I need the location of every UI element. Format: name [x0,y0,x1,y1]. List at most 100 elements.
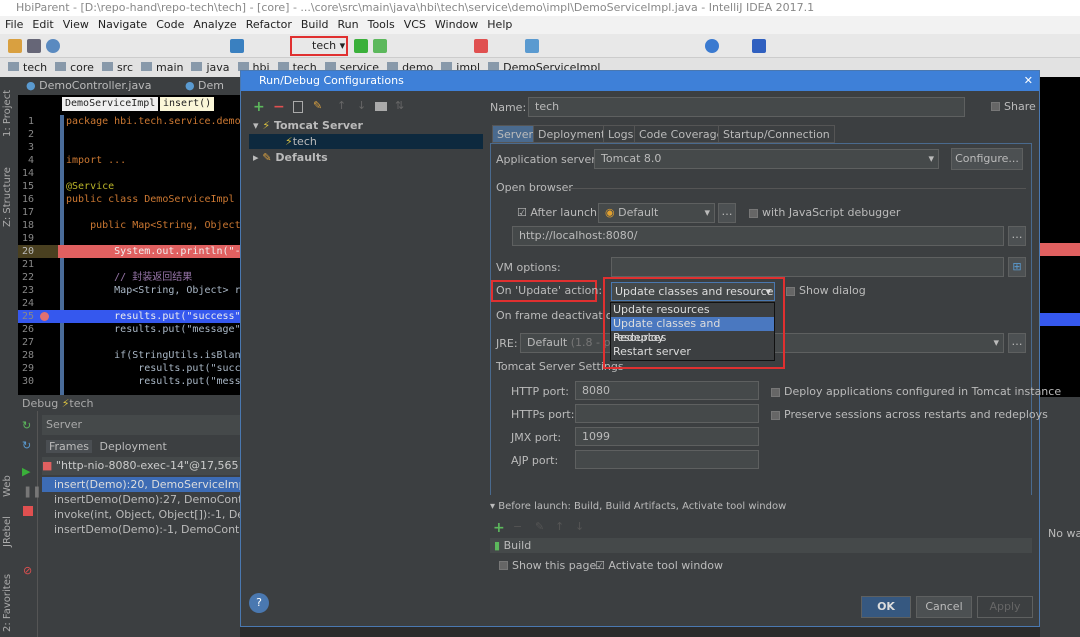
code-line[interactable]: 24 [18,297,240,310]
code-line[interactable]: 22 // 封装返回结果 [18,271,240,284]
code-line[interactable]: 26 results.put("message" [18,323,240,336]
option-update-resources[interactable]: Update resources [611,303,774,317]
code-line[interactable]: 14 [18,167,240,180]
back-icon[interactable] [230,39,244,53]
tool-project[interactable]: 1: Project [2,90,13,137]
tree-defaults[interactable]: ▸ ✎ Defaults [253,151,328,164]
task-build[interactable]: ▮ Build [490,538,1032,553]
frame-item[interactable]: insert(Demo):20, DemoServiceImpl (hbi [42,477,240,492]
code-line[interactable]: 30 results.put("messa [18,375,240,388]
mute-breakpoints-icon[interactable]: ⊘ [23,564,32,577]
menu-window[interactable]: Window [435,18,478,31]
edit-task-icon[interactable]: ✎ [535,520,544,533]
add-task-icon[interactable]: + [493,520,505,536]
code-line[interactable]: 23 Map<String, Object> re [18,284,240,297]
menu-file[interactable]: File [5,18,23,31]
share-checkbox[interactable] [991,102,1000,111]
move-task-up-icon[interactable]: ↑ [555,520,564,533]
expand-icon[interactable]: ⊞ [1008,257,1026,277]
remove-task-icon[interactable]: − [513,520,522,533]
http-port-input[interactable]: 8080 [575,381,759,400]
name-input[interactable]: tech [528,97,965,117]
tree-tomcat-server[interactable]: ▾ ⚡ Tomcat Server [253,119,363,132]
tool-structure[interactable]: Z: Structure [2,167,13,227]
debug-icon[interactable] [373,39,387,53]
show-page-checkbox[interactable] [499,561,508,570]
close-icon[interactable]: ✕ [1024,71,1033,91]
wrench-icon[interactable]: ✎ [313,99,322,112]
editor-crumb-class[interactable]: DemoServiceImpl [62,97,159,111]
tab-code-coverage[interactable]: Code Coverage [634,125,729,143]
menu-help[interactable]: Help [487,18,512,31]
menu-analyze[interactable]: Analyze [193,18,236,31]
browser-more-button[interactable]: … [718,203,736,223]
https-port-input[interactable] [575,404,759,423]
app-server-select[interactable]: Tomcat 8.0 ▾ [594,149,939,169]
stop-icon[interactable] [23,506,33,516]
tool-favorites[interactable]: 2: Favorites [2,574,13,632]
code-line[interactable]: 25 results.put("success" [18,310,240,323]
sort-icon[interactable]: ⇅ [395,99,404,112]
code-line[interactable]: 29 results.put("succe [18,362,240,375]
menu-run[interactable]: Run [338,18,359,31]
tab-server[interactable]: Server [42,415,240,435]
resume-icon[interactable]: ▶ [22,465,30,478]
code-line[interactable]: 4 import ... [18,154,240,167]
option-update-classes-resources[interactable]: Update classes and resources [611,317,774,344]
ok-button[interactable]: OK [861,596,911,618]
code-line[interactable]: 20 System.out.println("-- [18,245,240,258]
thread-selector[interactable]: ■ "http-nio-8080-exec-14"@17,565 in g [42,457,240,475]
code-editor[interactable]: DemoServiceImpl insert() 1 package hbi.te… [18,95,240,395]
menu-navigate[interactable]: Navigate [98,18,147,31]
frame-item[interactable]: invoke(int, Object, Object[]):-1, DemoCo [42,507,240,522]
menu-vcs[interactable]: VCS [404,18,426,31]
code-line[interactable]: 17 [18,206,240,219]
code-line[interactable]: 2 [18,128,240,141]
tool-jrebel[interactable]: JRebel [2,516,13,547]
move-up-icon[interactable]: ↑ [337,99,346,112]
code-line[interactable]: 28 if(StringUtils.isBlank [18,349,240,362]
code-line[interactable]: 3 [18,141,240,154]
save-icon[interactable] [27,39,41,53]
add-icon[interactable]: + [253,99,265,115]
folder-icon[interactable] [375,102,387,111]
crumb-main[interactable]: main [141,61,183,74]
menu-tools[interactable]: Tools [368,18,395,31]
code-line[interactable]: 1 package hbi.tech.service.demo. [18,115,240,128]
editor-crumb-method[interactable]: insert() [160,97,215,111]
after-launch-checkbox[interactable]: ☑ After launch [517,206,597,219]
url-more-button[interactable]: … [1008,226,1026,246]
help-icon[interactable] [705,39,719,53]
stop-icon[interactable] [474,39,488,53]
menu-build[interactable]: Build [301,18,329,31]
crumb-core[interactable]: core [55,61,94,74]
js-debugger-checkbox[interactable] [749,209,758,218]
code-line[interactable]: 16 public class DemoServiceImpl e [18,193,240,206]
option-redeploy[interactable]: Redeploy [611,331,774,345]
tool-web[interactable]: Web [2,475,13,497]
option-restart-server[interactable]: Restart server [611,345,774,359]
run-icon[interactable] [354,39,368,53]
remove-icon[interactable]: − [273,99,285,115]
code-line[interactable]: 19 [18,232,240,245]
show-dialog-checkbox[interactable] [786,287,795,296]
sync-icon[interactable] [46,39,60,53]
tab-deployment[interactable]: Deployment [533,125,611,143]
tab-deployment[interactable]: Deployment [100,440,167,453]
configure-button[interactable]: Configure... [951,148,1023,170]
update-icon[interactable]: ↻ [22,439,31,452]
code-line[interactable]: 18 public Map<String, Object> [18,219,240,232]
tab-demoserviceimpl[interactable]: Dem [198,79,224,92]
jre-more-button[interactable]: … [1008,333,1026,353]
menu-view[interactable]: View [63,18,89,31]
crumb-tech[interactable]: tech [8,61,47,74]
before-launch-toggle[interactable]: ▾ Before launch: Build, Build Artifacts,… [490,501,786,512]
browser-select[interactable]: ◉ Default ▾ [598,203,715,223]
run-config-selector[interactable]: tech ▾ [290,36,348,56]
cancel-button[interactable]: Cancel [916,596,972,618]
activate-tool-checkbox[interactable]: ☑ Activate tool window [595,559,723,572]
code-line[interactable]: 21 [18,258,240,271]
rerun-icon[interactable]: ↻ [22,419,31,432]
apply-button[interactable]: Apply [977,596,1033,618]
preserve-sessions-checkbox[interactable] [771,411,780,420]
